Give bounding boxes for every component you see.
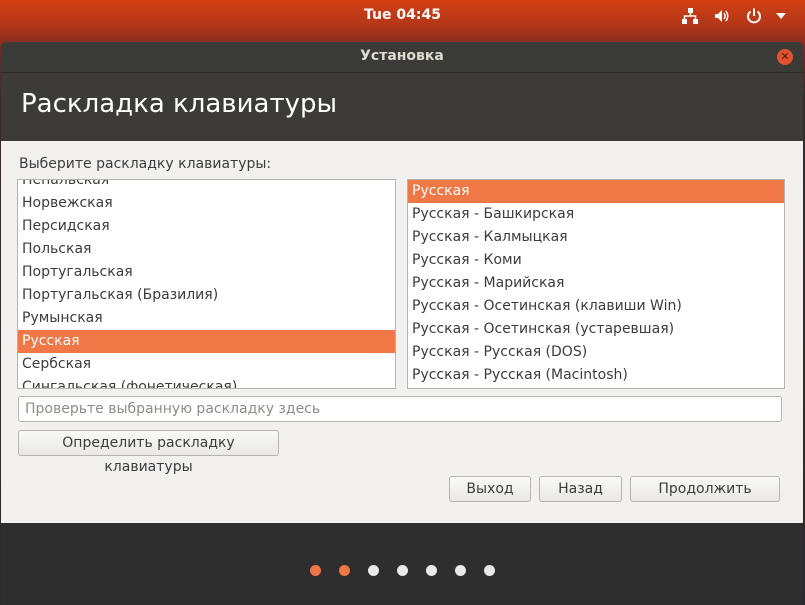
variant-item[interactable]: Русская - Русская (Macintosh): [408, 364, 784, 387]
window-titlebar[interactable]: Установка ✕: [1, 42, 803, 73]
layout-item[interactable]: Португальская: [18, 261, 395, 284]
detect-layout-button[interactable]: Определить раскладку клавиатуры: [18, 430, 279, 475]
layout-item[interactable]: Персидская: [18, 215, 395, 238]
continue-button[interactable]: Продолжить: [630, 476, 780, 502]
progress-dot: [454, 565, 466, 576]
quit-button[interactable]: Выход: [449, 476, 531, 502]
volume-icon[interactable]: [711, 6, 733, 26]
layout-item[interactable]: Сингальская (фонетическая): [18, 376, 395, 388]
layout-list[interactable]: Непальская Норвежская Персидская Польская По…: [17, 179, 396, 389]
layout-prompt: Выберите раскладку клавиатуры:: [19, 156, 272, 172]
power-icon[interactable]: [743, 6, 765, 26]
layout-item[interactable]: Португальская (Бразилия): [18, 284, 395, 307]
system-tray[interactable]: [679, 6, 787, 26]
layout-item[interactable]: Румынская: [18, 307, 395, 330]
variant-item[interactable]: Русская - Башкирская: [408, 203, 784, 226]
progress-dots: [1, 565, 803, 579]
variant-item[interactable]: Русская - Осетинская (клавиши Win): [408, 295, 784, 318]
variant-item[interactable]: Русская - Марийская: [408, 272, 784, 295]
progress-dot: [396, 565, 408, 576]
progress-dot: [367, 565, 379, 576]
back-button[interactable]: Назад: [539, 476, 622, 502]
layout-item[interactable]: Польская: [18, 238, 395, 261]
window-title: Установка: [360, 48, 444, 64]
layout-item[interactable]: Русская: [18, 330, 395, 353]
main-content: Выберите раскладку клавиатуры: Непальска…: [1, 141, 803, 523]
layout-test-input[interactable]: [18, 396, 782, 422]
variant-item[interactable]: Русская - Русская (DOS): [408, 341, 784, 364]
layout-item[interactable]: Непальская: [18, 180, 395, 192]
chevron-down-icon[interactable]: [775, 6, 787, 26]
close-icon: ✕: [780, 50, 790, 63]
progress-dot: [483, 565, 495, 576]
top-panel: Tue 04:45: [0, 0, 805, 33]
progress-dot: [425, 565, 437, 576]
close-button[interactable]: ✕: [777, 49, 793, 65]
progress-dot: [309, 565, 321, 576]
layout-item[interactable]: Сербская: [18, 353, 395, 376]
variant-item[interactable]: Русская: [408, 180, 784, 203]
variant-list[interactable]: Русская Русская - Башкирская Русская - Кал…: [407, 179, 785, 389]
installer-window: Установка ✕ Раскладка клавиатуры Выберит…: [1, 42, 803, 605]
variant-item[interactable]: Русская - Осетинская (устаревшая): [408, 318, 784, 341]
progress-dot: [338, 565, 350, 576]
layout-item[interactable]: Норвежская: [18, 192, 395, 215]
variant-item[interactable]: Русская - Калмыцкая: [408, 226, 784, 249]
variant-item[interactable]: Русская - Коми: [408, 249, 784, 272]
network-icon[interactable]: [679, 6, 701, 26]
